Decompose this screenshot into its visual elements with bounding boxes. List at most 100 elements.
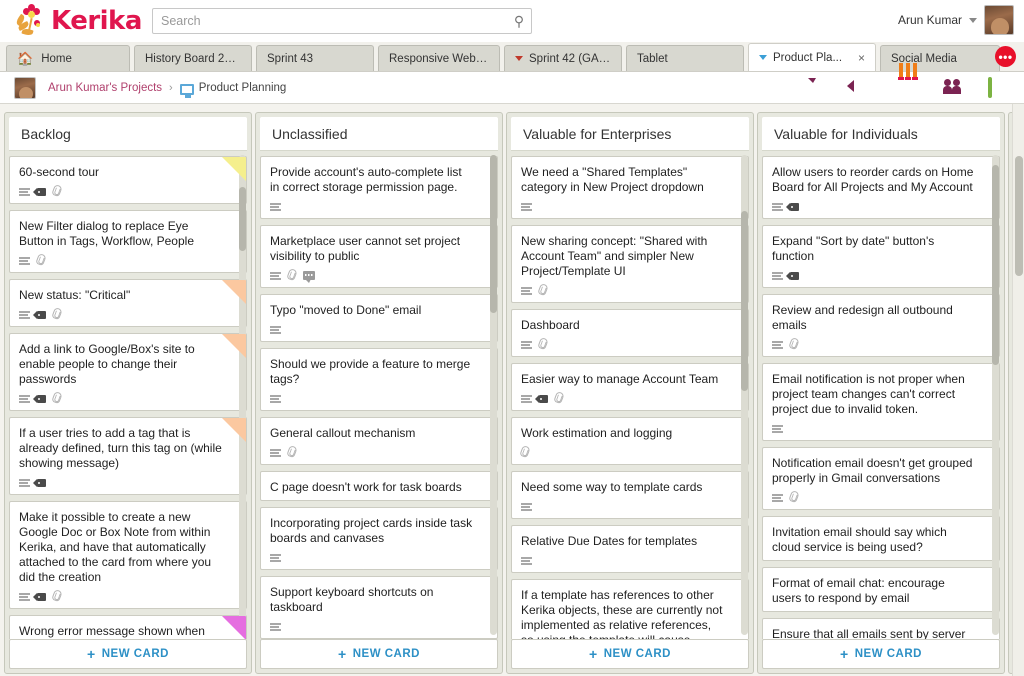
description-icon <box>772 494 783 502</box>
attachment-icon <box>537 336 549 351</box>
card[interactable]: Invitation email should say which cloud … <box>762 516 1000 561</box>
scrollbar-thumb[interactable] <box>490 155 497 313</box>
column-header[interactable]: Valuable for Individuals <box>762 117 1000 151</box>
description-icon <box>270 272 281 280</box>
column-header[interactable]: Valuable for Enterprises <box>511 117 749 151</box>
card[interactable]: Need some way to template cards <box>511 471 749 519</box>
column-card-list: We need a "Shared Templates" category in… <box>507 151 753 639</box>
chat-icon <box>303 271 315 283</box>
search-icon[interactable]: ⚲ <box>507 13 531 30</box>
card-meta <box>521 500 739 513</box>
chevron-down-icon[interactable] <box>759 55 767 60</box>
card[interactable]: Email notification is not proper when pr… <box>762 363 1000 441</box>
tag-icon <box>33 394 46 403</box>
card[interactable]: New sharing concept: "Shared with Accoun… <box>511 225 749 303</box>
card-title: C page doesn't work for task boards <box>270 480 462 494</box>
tab-social-media[interactable]: Social Media <box>880 45 1000 71</box>
tags-icon[interactable] <box>850 76 874 98</box>
card-meta <box>19 390 237 405</box>
columns-icon[interactable] <box>896 63 920 98</box>
tab-tablet[interactable]: Tablet <box>626 45 744 71</box>
new-card-button[interactable]: + NEW CARD <box>260 639 498 669</box>
column-header[interactable]: Unclassified <box>260 117 498 151</box>
close-icon[interactable]: × <box>858 51 865 65</box>
card-meta <box>521 390 739 405</box>
chat-icon[interactable]: ••• <box>804 76 828 98</box>
export-icon[interactable] <box>988 76 1012 98</box>
card-title: We need a "Shared Templates" category in… <box>521 165 704 194</box>
column-scrollbar[interactable] <box>239 155 246 635</box>
card[interactable]: 60-second tour <box>9 156 247 204</box>
people-icon[interactable] <box>942 76 966 98</box>
card[interactable]: General callout mechanism <box>260 417 498 465</box>
breadcrumb-owner-link[interactable]: Arun Kumar's Projects <box>48 82 162 94</box>
user-avatar[interactable] <box>984 5 1014 35</box>
attachment-icon <box>51 306 63 321</box>
card[interactable]: Incorporating project cards inside task … <box>260 507 498 570</box>
card[interactable]: Relative Due Dates for templates <box>511 525 749 573</box>
search-input[interactable] <box>153 14 507 28</box>
card-meta <box>270 620 488 633</box>
card[interactable]: Make it possible to create a new Google … <box>9 501 247 609</box>
card[interactable]: Expand "Sort by date" button's function <box>762 225 1000 288</box>
card[interactable]: Should we provide a feature to merge tag… <box>260 348 498 411</box>
new-card-button[interactable]: + NEW CARD <box>9 639 247 669</box>
plus-icon: + <box>338 646 347 662</box>
card[interactable]: Dashboard <box>511 309 749 357</box>
user-menu[interactable]: Arun Kumar <box>898 5 1014 35</box>
new-card-button[interactable]: + NEW CARD <box>762 639 1000 669</box>
tab-home[interactable]: 🏠 Home <box>6 45 130 71</box>
tab-sprint-42[interactable]: Sprint 42 (GApp ... <box>504 45 622 71</box>
card-title: Should we provide a feature to merge tag… <box>270 357 471 386</box>
description-icon <box>772 203 783 211</box>
column-scrollbar[interactable] <box>992 155 999 635</box>
card-title: Notification email doesn't get grouped p… <box>772 456 973 485</box>
column-header[interactable]: Backlog <box>9 117 247 151</box>
card[interactable]: Work estimation and logging <box>511 417 749 465</box>
card-title: New sharing concept: "Shared with Accoun… <box>521 234 708 278</box>
new-card-button[interactable]: + NEW CARD <box>511 639 749 669</box>
card[interactable]: New status: "Critical" <box>9 279 247 327</box>
card-meta <box>270 267 488 283</box>
new-card-label: NEW CARD <box>603 648 671 660</box>
card[interactable]: Ensure that all emails sent by server co… <box>762 618 1000 639</box>
tab-sprint-43[interactable]: Sprint 43 <box>256 45 374 71</box>
scrollbar-thumb[interactable] <box>741 211 748 391</box>
card[interactable]: C page doesn't work for task boards <box>260 471 498 501</box>
column-scrollbar[interactable] <box>490 155 497 635</box>
card[interactable]: Add a link to Google/Box's site to enabl… <box>9 333 247 411</box>
scrollbar-thumb[interactable] <box>239 187 246 251</box>
tab-responsive-website[interactable]: Responsive Website <box>378 45 500 71</box>
card[interactable]: If a user tries to add a tag that is alr… <box>9 417 247 495</box>
attachment-icon <box>51 390 63 405</box>
chevron-down-icon[interactable] <box>969 17 977 23</box>
description-icon <box>521 557 532 565</box>
column-scrollbar[interactable] <box>741 155 748 635</box>
card[interactable]: Provide account's auto-complete list in … <box>260 156 498 219</box>
page-scrollbar[interactable] <box>1012 104 1024 676</box>
card[interactable]: Format of email chat: encourage users to… <box>762 567 1000 612</box>
card[interactable]: We need a "Shared Templates" category in… <box>511 156 749 219</box>
card[interactable]: If a template has references to other Ke… <box>511 579 749 639</box>
card-meta <box>521 200 739 213</box>
scrollbar-thumb[interactable] <box>992 165 999 365</box>
column-title: Valuable for Enterprises <box>523 125 672 142</box>
card[interactable]: Wrong error message shown when user's at… <box>9 615 247 639</box>
search-box[interactable]: ⚲ <box>152 8 532 34</box>
kerika-logo[interactable]: Kerika <box>14 0 144 42</box>
card[interactable]: Allow users to reorder cards on Home Boa… <box>762 156 1000 219</box>
card[interactable]: Notification email doesn't get grouped p… <box>762 447 1000 510</box>
card-meta <box>270 392 488 405</box>
card[interactable]: New Filter dialog to replace Eye Button … <box>9 210 247 273</box>
attachment-icon <box>788 336 800 351</box>
more-tabs-button[interactable]: ••• <box>995 46 1016 67</box>
scrollbar-thumb[interactable] <box>1015 156 1023 276</box>
card[interactable]: Support keyboard shortcuts on taskboard <box>260 576 498 639</box>
card[interactable]: Easier way to manage Account Team <box>511 363 749 411</box>
tab-product-planning[interactable]: Product Pla... × <box>748 43 876 71</box>
tab-history-board-2014[interactable]: History Board 2014 <box>134 45 252 71</box>
card[interactable]: Review and redesign all outbound emails <box>762 294 1000 357</box>
chevron-down-icon[interactable] <box>515 56 523 61</box>
card[interactable]: Marketplace user cannot set project visi… <box>260 225 498 288</box>
card[interactable]: Typo "moved to Done" email <box>260 294 498 342</box>
